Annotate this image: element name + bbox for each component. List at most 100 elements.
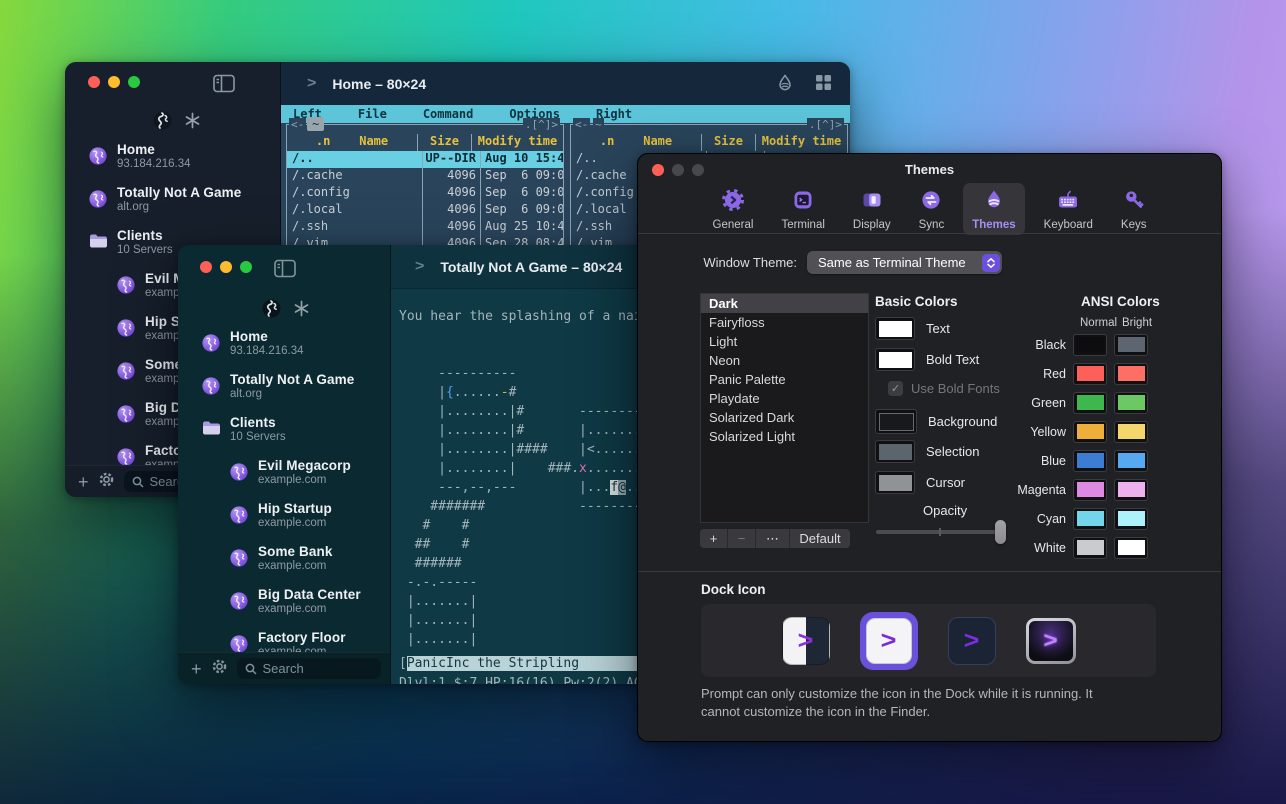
search-input[interactable]: Search [237,658,381,679]
ansi-bright-swatch[interactable] [1114,421,1148,443]
mc-frame-controls: .[^]> [807,118,844,131]
server-list-item[interactable]: Clients 10 Servers [178,407,390,450]
game-map[interactable]: You hear the splashing of a naiad. -----… [399,307,660,668]
minimize-button[interactable] [108,76,120,88]
mc-path-tab[interactable]: ~ [307,117,324,131]
settings-gear-icon[interactable] [98,471,115,493]
theme-list-item[interactable]: Fairyfloss [701,313,868,332]
mc-menu-item[interactable]: File [358,107,387,121]
mc-column-headers[interactable]: .n NameSizeModify time [571,134,847,151]
zoom-button[interactable] [128,76,140,88]
add-theme-button[interactable]: + [700,529,728,548]
ansi-color-row: Red [994,359,1148,388]
sidebar-toggle-icon[interactable] [274,259,296,283]
mc-file-row[interactable]: /.config4096Sep 6 09:04 [287,185,563,202]
theme-list-item[interactable]: Panic Palette [701,370,868,389]
window-theme-dropdown[interactable]: Same as Terminal Theme [807,251,1002,274]
dock-icon-keycap-option[interactable]: > [1026,618,1076,664]
selection-color-swatch[interactable] [875,440,915,463]
display-icon [860,188,884,217]
server-item-text: Totally Not A Game alt.org [230,372,354,400]
text-color-swatch[interactable] [875,317,915,340]
server-list-item[interactable]: Home 93.184.216.34 [178,321,390,364]
ansi-bright-header: Bright [1122,317,1152,329]
ansi-bright-swatch[interactable] [1114,363,1148,385]
ansi-normal-swatch[interactable] [1073,334,1107,356]
dock-icon-split-option[interactable]: > [782,617,830,665]
divider [638,571,1221,572]
ansi-bright-swatch[interactable] [1114,392,1148,414]
tab-general[interactable]: General [704,183,763,235]
theme-list-item[interactable]: Light [701,332,868,351]
server-globe-icon [230,592,248,610]
sidebar-toggle-icon[interactable] [213,74,235,98]
dock-icon-dark-option[interactable]: > [948,617,996,665]
theme-list-item[interactable]: Playdate [701,389,868,408]
ansi-normal-swatch[interactable] [1073,479,1107,501]
selection-color-row: Selection [875,440,979,463]
close-button[interactable] [88,76,100,88]
mc-column-headers[interactable]: .n NameSizeModify time [287,134,563,151]
bold-text-color-swatch[interactable] [875,348,915,371]
opacity-slider[interactable] [876,520,1006,544]
tab-display[interactable]: Display [844,183,900,235]
tab-keys[interactable]: Keys [1112,183,1156,235]
background-color-row: Background [875,409,997,434]
dock-icon-light-option-selected[interactable]: > [866,618,912,664]
add-server-button[interactable]: + [191,660,202,678]
clips-grid-icon[interactable] [815,74,832,97]
theme-list-buttons: + − ⋯ Default [700,529,850,548]
ansi-bright-swatch[interactable] [1114,537,1148,559]
use-bold-fonts-row: ✓ Use Bold Fonts [888,381,1000,396]
server-list-item[interactable]: Big Data Center example.com [178,579,390,622]
tab-sync[interactable]: Sync [910,183,954,235]
server-subtitle: 10 Servers [230,431,286,443]
tab-terminal[interactable]: Terminal [772,183,833,235]
close-button[interactable] [200,261,212,273]
tab-keyboard[interactable]: Keyboard [1035,183,1102,235]
more-options-button[interactable]: ⋯ [756,529,790,548]
theme-list-item[interactable]: Dark [701,294,868,313]
sidebar-header [262,299,310,323]
ansi-normal-swatch[interactable] [1073,421,1107,443]
ansi-bright-swatch[interactable] [1114,508,1148,530]
sync-arrows-icon [919,188,943,217]
server-list-item[interactable]: Home 93.184.216.34 [65,134,280,177]
server-list-item[interactable]: Totally Not A Game alt.org [65,177,280,220]
zoom-button[interactable] [240,261,252,273]
mc-frame-controls: .[^]> [523,118,560,131]
server-item-text: Evil Megacorp example.com [258,458,351,486]
remove-theme-button[interactable]: − [728,529,756,548]
tab-themes-selected[interactable]: Themes [963,183,1024,235]
ansi-bright-swatch[interactable] [1114,479,1148,501]
add-server-button[interactable]: + [78,473,89,491]
server-list-item[interactable]: Evil Megacorp example.com [178,450,390,493]
server-item-text: Some Bank example.com [258,544,332,572]
ansi-bright-swatch[interactable] [1114,450,1148,472]
theme-list-item[interactable]: Solarized Dark [701,408,868,427]
server-list-item[interactable]: Some Bank example.com [178,536,390,579]
ansi-normal-swatch[interactable] [1073,363,1107,385]
ansi-normal-swatch[interactable] [1073,508,1107,530]
theme-list-item[interactable]: Neon [701,351,868,370]
mc-file-row[interactable]: /..UP--DIRAug 10 15:49 [287,151,563,168]
server-list-item[interactable]: Totally Not A Game alt.org [178,364,390,407]
ansi-normal-swatch[interactable] [1073,450,1107,472]
ansi-normal-swatch[interactable] [1073,392,1107,414]
mc-menu-item[interactable]: Command [423,107,474,121]
mc-file-row[interactable]: /.local4096Sep 6 09:04 [287,202,563,219]
mc-file-row[interactable]: /.cache4096Sep 6 09:04 [287,168,563,185]
minimize-button[interactable] [220,261,232,273]
checkbox-checked-icon[interactable]: ✓ [888,381,903,396]
ansi-normal-swatch[interactable] [1073,537,1107,559]
mc-menubar: LeftFileCommandOptionsRight [281,105,850,123]
ansi-bright-swatch[interactable] [1114,334,1148,356]
mc-file-row[interactable]: /.ssh4096Aug 25 10:42 [287,219,563,236]
default-theme-button[interactable]: Default [790,529,850,548]
theme-list-item[interactable]: Solarized Light [701,427,868,446]
settings-gear-icon[interactable] [211,658,228,680]
cursor-color-swatch[interactable] [875,471,915,494]
background-color-swatch[interactable] [875,409,917,434]
themes-droplet-icon[interactable] [777,74,793,97]
server-list-item[interactable]: Hip Startup example.com [178,493,390,536]
